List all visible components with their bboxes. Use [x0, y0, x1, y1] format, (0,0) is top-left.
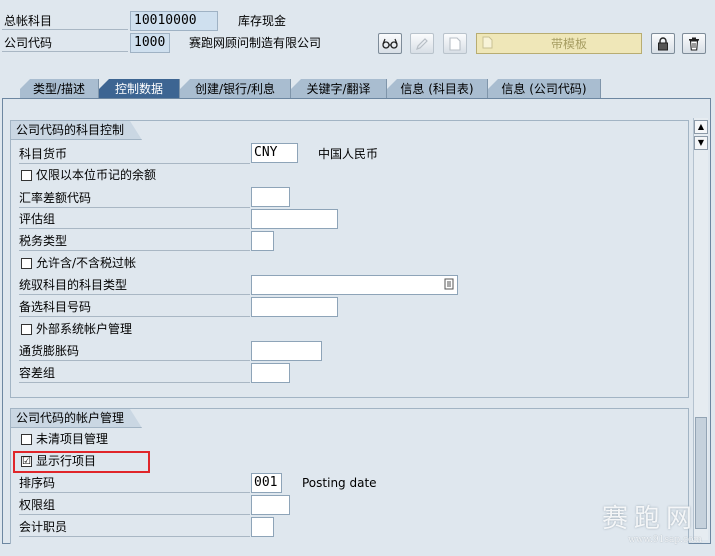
tax-category-label: 税务类型 [19, 234, 68, 248]
account-control-group-title: 公司代码的科目控制 [11, 121, 142, 140]
search-help-icon[interactable] [444, 278, 454, 296]
exchange-diff-underline [19, 207, 250, 208]
watermark: 赛跑网 www.91sap.com [560, 498, 710, 545]
local-currency-only-label: 仅限以本位币记的余额 [36, 168, 157, 182]
sort-key-label: 排序码 [19, 476, 56, 490]
accounting-clerk-field[interactable] [251, 517, 274, 537]
company-code-description: 赛跑网顾问制造有限公司 [189, 36, 322, 50]
exchange-diff-field[interactable] [251, 187, 290, 207]
open-item-mgmt-checkbox[interactable] [21, 434, 32, 445]
watermark-text: 赛跑网 [602, 504, 699, 534]
auth-group-field[interactable] [251, 495, 290, 515]
tab-control-data[interactable]: 控制数据 [99, 79, 180, 99]
open-item-mgmt-label: 未清项目管理 [36, 432, 109, 446]
sort-key-underline [19, 492, 250, 493]
account-currency-label: 科目货币 [19, 147, 68, 161]
recon-account-label: 统驭科目的科目类型 [19, 278, 128, 292]
with-template-button-label: 带模板 [550, 37, 587, 51]
glasses-icon[interactable] [378, 33, 402, 54]
local-currency-only-checkbox[interactable] [21, 170, 32, 181]
post-without-tax-label: 允许含/不含税过帐 [36, 256, 137, 270]
account-currency-underline [19, 163, 250, 164]
tolerance-group-label: 容差组 [19, 366, 56, 380]
tab-info-company-code[interactable]: 信息 (公司代码) [488, 79, 601, 99]
scroll-up-icon[interactable]: ▲ [694, 120, 708, 134]
new-document-icon[interactable] [443, 33, 467, 54]
inflation-key-label: 通货膨胀码 [19, 344, 80, 358]
pencil-icon[interactable] [410, 33, 434, 54]
account-currency-field[interactable]: CNY [251, 143, 298, 163]
highlight-box [13, 451, 150, 473]
tab-keywords-translation[interactable]: 关键字/翻译 [291, 79, 387, 99]
sort-key-description: Posting date [302, 476, 377, 490]
valuation-group-underline [19, 228, 250, 229]
recon-account-field[interactable] [251, 275, 458, 295]
accounting-clerk-underline [19, 536, 250, 537]
exchange-diff-label: 汇率差额代码 [19, 191, 92, 205]
template-document-icon [477, 36, 497, 52]
external-mgmt-label: 外部系统帐户管理 [36, 322, 133, 336]
gl-account-underline [2, 29, 128, 30]
alt-account-label: 备选科目号码 [19, 300, 92, 314]
trash-icon[interactable] [682, 33, 706, 54]
scroll-down-icon[interactable]: ▼ [694, 136, 708, 150]
account-management-group-title: 公司代码的帐户管理 [11, 409, 142, 428]
alt-account-field[interactable] [251, 297, 338, 317]
gl-account-field[interactable]: 10010000 [130, 11, 218, 31]
inflation-key-field[interactable] [251, 341, 322, 361]
tab-info-chart-of-accounts[interactable]: 信息 (科目表) [387, 79, 488, 99]
account-currency-description: 中国人民币 [318, 147, 379, 161]
recon-account-underline [19, 294, 250, 295]
tax-category-underline [19, 250, 250, 251]
sort-key-field[interactable]: 001 [251, 473, 282, 493]
tab-type-description[interactable]: 类型/描述 [20, 79, 99, 99]
post-without-tax-checkbox[interactable] [21, 258, 32, 269]
auth-group-underline [19, 514, 250, 515]
company-code-field[interactable]: 1000 [130, 33, 170, 53]
valuation-group-label: 评估组 [19, 212, 56, 226]
lock-icon[interactable] [651, 33, 675, 54]
tolerance-group-underline [19, 382, 250, 383]
tax-category-field[interactable] [251, 231, 274, 251]
tab-create-bank-interest[interactable]: 创建/银行/利息 [180, 79, 291, 99]
company-code-label: 公司代码 [4, 36, 53, 50]
gl-account-description: 库存现金 [238, 14, 287, 28]
watermark-url: www.91sap.com [628, 535, 702, 545]
auth-group-label: 权限组 [19, 498, 56, 512]
alt-account-underline [19, 316, 250, 317]
company-code-underline [2, 51, 128, 52]
valuation-group-field[interactable] [251, 209, 338, 229]
inflation-key-underline [19, 360, 250, 361]
gl-account-label: 总帐科目 [4, 14, 53, 28]
accounting-clerk-label: 会计职员 [19, 520, 68, 534]
tolerance-group-field[interactable] [251, 363, 290, 383]
with-template-button[interactable]: 带模板 [476, 33, 642, 54]
external-mgmt-checkbox[interactable] [21, 324, 32, 335]
